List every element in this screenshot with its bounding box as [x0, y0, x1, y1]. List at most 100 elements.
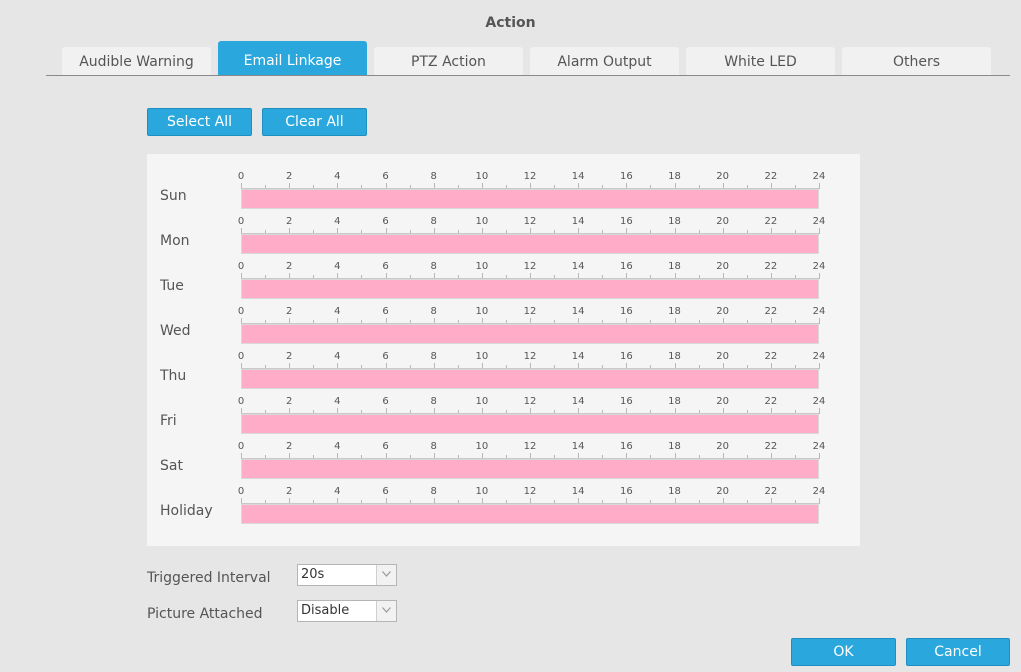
day-label: Tue — [160, 278, 184, 294]
hour-tick-label: 0 — [237, 351, 245, 362]
hour-tick-label: 20 — [716, 486, 730, 497]
hour-tick-label: 12 — [523, 441, 537, 452]
hour-tick-label: 6 — [382, 261, 389, 272]
hour-tick-label: 16 — [619, 171, 633, 182]
cancel-button[interactable]: Cancel — [906, 638, 1010, 666]
hour-tick-label: 22 — [764, 216, 778, 227]
hour-tick-mark — [819, 183, 820, 189]
day-label: Sat — [160, 458, 183, 474]
schedule-bar[interactable] — [241, 414, 819, 434]
triggered-interval-select[interactable]: 20s — [297, 564, 397, 586]
hour-tick-label: 22 — [764, 351, 778, 362]
schedule-bar[interactable] — [241, 459, 819, 479]
hour-tick-label: 8 — [430, 396, 437, 407]
hour-tick-label: 24 — [812, 171, 826, 182]
schedule-bar[interactable] — [241, 369, 819, 389]
day-label: Fri — [160, 413, 177, 429]
hour-tick-label: 18 — [668, 261, 681, 272]
tab-ptz-action[interactable]: PTZ Action — [374, 47, 523, 76]
hour-tick-label: 22 — [764, 261, 778, 272]
chevron-down-icon[interactable] — [376, 601, 396, 621]
schedule-bar[interactable] — [241, 189, 819, 209]
hour-tick-label: 14 — [571, 441, 585, 452]
hour-tick-label: 4 — [334, 171, 341, 182]
tab-underline — [46, 75, 1010, 76]
hour-tick-label: 12 — [523, 306, 537, 317]
tab-others[interactable]: Others — [842, 47, 991, 76]
hour-tick-label: 10 — [475, 396, 489, 407]
hour-tick-label: 18 — [668, 306, 681, 317]
schedule-bar[interactable] — [241, 504, 819, 524]
hour-tick-label: 2 — [285, 486, 293, 497]
hour-tick-label: 14 — [571, 216, 585, 227]
hour-tick-label: 8 — [430, 486, 437, 497]
hour-tick-label: 10 — [475, 486, 489, 497]
day-label: Thu — [160, 368, 187, 384]
hour-tick-label: 16 — [619, 396, 633, 407]
hour-tick-mark — [819, 228, 820, 234]
picture-attached-value: Disable — [301, 603, 350, 618]
hour-tick-mark — [819, 363, 820, 369]
hour-tick-label: 16 — [619, 306, 633, 317]
hour-tick-label: 2 — [285, 261, 293, 272]
hour-tick-label: 8 — [430, 306, 437, 317]
hour-tick-label: 24 — [812, 486, 826, 497]
hour-tick-label: 12 — [523, 261, 537, 272]
hour-tick-label: 2 — [285, 216, 293, 227]
hour-tick-label: 20 — [716, 351, 730, 362]
hour-tick-label: 14 — [571, 351, 585, 362]
hour-tick-label: 10 — [475, 306, 489, 317]
day-label: Sun — [160, 188, 187, 204]
hour-tick-label: 6 — [382, 486, 389, 497]
hour-tick-label: 16 — [619, 351, 633, 362]
select-all-button[interactable]: Select All — [147, 108, 252, 136]
hour-tick-label: 20 — [716, 306, 730, 317]
hour-tick-label: 0 — [237, 261, 245, 272]
chevron-down-icon[interactable] — [376, 565, 396, 585]
hour-tick-label: 10 — [475, 441, 489, 452]
hour-tick-label: 2 — [285, 171, 293, 182]
clear-all-button[interactable]: Clear All — [262, 108, 367, 136]
hour-tick-label: 18 — [668, 396, 681, 407]
hour-tick-label: 16 — [619, 216, 633, 227]
hour-tick-label: 22 — [764, 396, 778, 407]
hour-tick-label: 0 — [237, 171, 245, 182]
hour-tick-label: 20 — [716, 261, 730, 272]
schedule-bar[interactable] — [241, 324, 819, 344]
ok-button[interactable]: OK — [791, 638, 896, 666]
hour-tick-label: 20 — [716, 441, 730, 452]
hour-tick-label: 6 — [382, 306, 389, 317]
hour-tick-label: 16 — [619, 441, 633, 452]
hour-tick-label: 10 — [475, 261, 489, 272]
hour-tick-label: 8 — [430, 351, 437, 362]
hour-tick-label: 12 — [523, 396, 537, 407]
picture-attached-select[interactable]: Disable — [297, 600, 397, 622]
hour-tick-label: 14 — [571, 306, 585, 317]
hour-tick-mark — [819, 318, 820, 324]
hour-tick-label: 12 — [523, 351, 537, 362]
tab-audible-warning[interactable]: Audible Warning — [62, 47, 211, 76]
schedule-bar[interactable] — [241, 234, 819, 254]
hour-tick-label: 10 — [475, 171, 489, 182]
hour-tick-label: 20 — [716, 396, 730, 407]
triggered-interval-value: 20s — [301, 567, 325, 582]
hour-tick-label: 22 — [764, 486, 778, 497]
schedule-bar[interactable] — [241, 279, 819, 299]
tab-alarm-output[interactable]: Alarm Output — [530, 47, 679, 76]
picture-attached-label: Picture Attached — [147, 606, 263, 622]
hour-tick-label: 22 — [764, 171, 778, 182]
hour-tick-label: 14 — [571, 261, 585, 272]
hour-tick-label: 2 — [285, 396, 293, 407]
hour-tick-label: 16 — [619, 486, 633, 497]
tab-email-linkage[interactable]: Email Linkage — [218, 41, 367, 76]
hour-tick-label: 18 — [668, 351, 681, 362]
hour-tick-label: 4 — [334, 351, 341, 362]
hour-tick-label: 8 — [430, 261, 437, 272]
hour-tick-label: 22 — [764, 306, 778, 317]
hour-tick-mark — [819, 453, 820, 459]
hour-tick-label: 6 — [382, 441, 389, 452]
hour-tick-label: 24 — [812, 441, 826, 452]
hour-tick-label: 4 — [334, 396, 341, 407]
hour-tick-label: 14 — [571, 171, 585, 182]
tab-white-led[interactable]: White LED — [686, 47, 835, 76]
